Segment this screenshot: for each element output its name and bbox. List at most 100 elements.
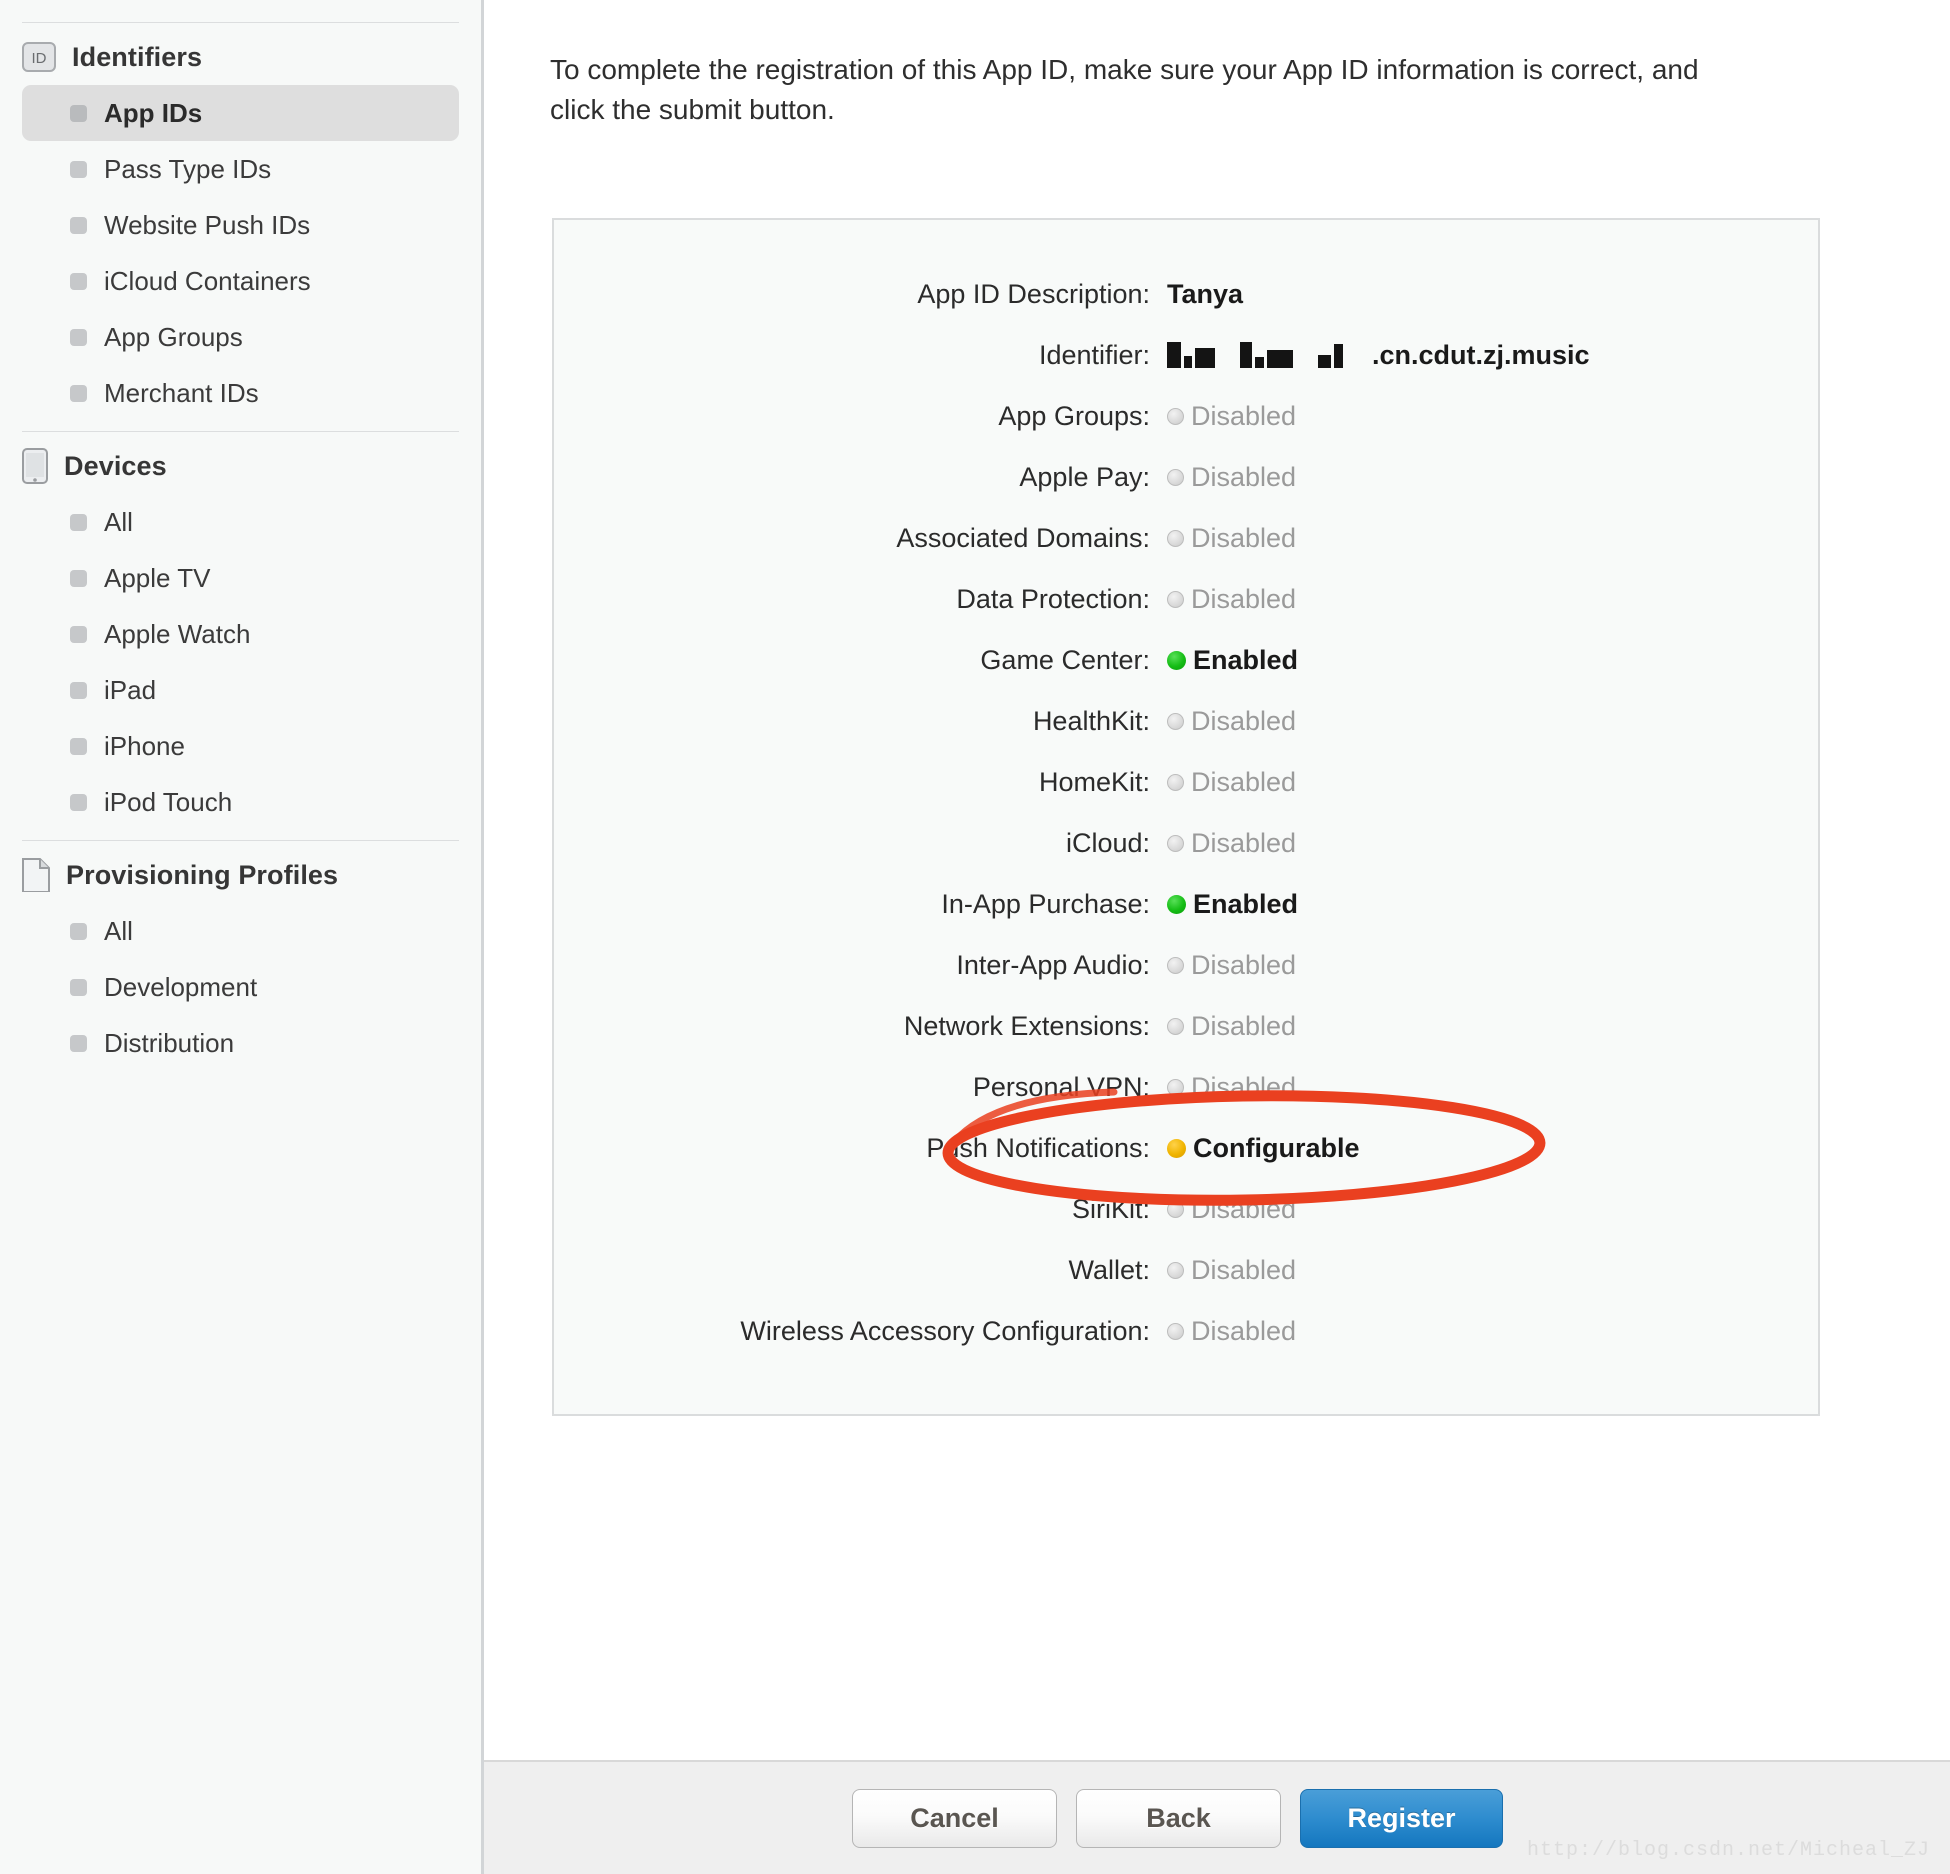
intro-text: To complete the registration of this App… <box>550 54 1699 125</box>
capability-row-sirikit: SiriKit: Disabled <box>554 1179 1818 1240</box>
sidebar-item-app-ids[interactable]: App IDs <box>22 85 459 141</box>
row-label: HealthKit: <box>1032 705 1150 736</box>
bullet-icon <box>70 625 87 643</box>
status-dot-disabled <box>1167 407 1184 425</box>
capability-row-apple-pay: Apple Pay: Disabled <box>554 447 1818 508</box>
redacted-identifier-prefix <box>1167 342 1368 368</box>
sidebar-item-apple-watch[interactable]: Apple Watch <box>22 606 459 662</box>
sidebar: ID Identifiers App IDs Pass Type IDs Website… <box>0 0 484 1874</box>
status-dot-disabled <box>1167 1322 1184 1340</box>
sidebar-item-development[interactable]: Development <box>22 959 459 1015</box>
bullet-icon <box>70 160 87 178</box>
watermark-text: http://blog.csdn.net/Micheal_ZJ <box>1526 1839 1930 1862</box>
bullet-icon <box>70 922 87 940</box>
row-label: Associated Domains: <box>896 522 1150 553</box>
sidebar-item-apple-tv[interactable]: Apple TV <box>22 550 459 606</box>
row-value: Configurable <box>1193 1132 1360 1163</box>
row-value: Disabled <box>1191 522 1297 553</box>
row-label: iCloud: <box>1065 827 1150 858</box>
capability-row-wallet: Wallet: Disabled <box>554 1240 1818 1301</box>
main-content: To complete the registration of this App… <box>484 0 1950 1874</box>
row-value: Disabled <box>1191 1193 1297 1224</box>
app-root: ID Identifiers App IDs Pass Type IDs Website… <box>0 0 1950 1874</box>
status-dot-disabled <box>1167 1200 1184 1218</box>
row-value: Disabled <box>1191 827 1297 858</box>
sidebar-item-pass-type-ids[interactable]: Pass Type IDs <box>22 141 459 197</box>
row-value: Disabled <box>1191 1010 1297 1041</box>
bullet-icon <box>70 737 87 755</box>
row-label: Push Notifications: <box>926 1132 1150 1163</box>
sidebar-item-distribution[interactable]: Distribution <box>22 1015 459 1071</box>
capability-row-healthkit: HealthKit: Disabled <box>554 691 1818 752</box>
sidebar-item-label: iCloud Containers <box>104 265 311 296</box>
row-value: Disabled <box>1191 1315 1297 1346</box>
row-label: Data Protection: <box>956 583 1150 614</box>
sidebar-item-all[interactable]: All <box>22 903 459 959</box>
row-value: Disabled <box>1191 1254 1297 1285</box>
bullet-icon <box>70 272 87 290</box>
sidebar-item-iphone[interactable]: iPhone <box>22 718 459 774</box>
row-label: App ID Description: <box>917 278 1150 309</box>
svg-text:ID: ID <box>32 50 47 67</box>
capability-row-associated-domains: Associated Domains: Disabled <box>554 508 1818 569</box>
row-value-group: Tanya <box>1167 279 1243 310</box>
row-value-group: Disabled <box>1167 1316 1296 1347</box>
bullet-icon <box>70 978 87 996</box>
device-icon <box>22 448 48 484</box>
sidebar-item-label: iPhone <box>104 730 185 761</box>
sidebar-item-label: Apple TV <box>104 562 211 593</box>
sidebar-group-separator <box>22 840 459 841</box>
row-label: SiriKit: <box>1071 1193 1150 1224</box>
sidebar-item-label: Pass Type IDs <box>104 153 272 184</box>
status-dot-configurable <box>1167 1138 1186 1158</box>
row-value-group: Disabled <box>1167 584 1296 615</box>
bullet-icon <box>70 104 87 122</box>
row-label: Wireless Accessory Configuration: <box>740 1315 1150 1346</box>
capability-row-data-protection: Data Protection: Disabled <box>554 569 1818 630</box>
sidebar-item-label: App IDs <box>104 97 203 128</box>
sidebar-item-app-groups[interactable]: App Groups <box>22 309 459 365</box>
row-value-group: Disabled <box>1167 706 1296 737</box>
sidebar-item-label: Distribution <box>104 1027 235 1058</box>
sidebar-group-header: Provisioning Profiles <box>0 847 481 903</box>
status-dot-disabled <box>1167 1078 1184 1096</box>
row-value-group: Disabled <box>1167 950 1296 981</box>
capability-row-app-id-description: App ID Description: Tanya <box>554 264 1818 325</box>
bullet-icon <box>70 681 87 699</box>
bullet-icon <box>70 216 87 234</box>
sidebar-group-header: ID Identifiers <box>0 29 481 85</box>
row-value-group: Disabled <box>1167 523 1296 554</box>
main-scroll-area: To complete the registration of this App… <box>484 0 1950 1760</box>
row-label: Network Extensions: <box>903 1010 1150 1041</box>
capability-row-app-groups: App Groups: Disabled <box>554 386 1818 447</box>
register-button[interactable]: Register <box>1300 1788 1503 1848</box>
sidebar-item-ipod-touch[interactable]: iPod Touch <box>22 774 459 830</box>
sidebar-item-all[interactable]: All <box>22 494 459 550</box>
sidebar-item-merchant-ids[interactable]: Merchant IDs <box>22 365 459 421</box>
row-label: Apple Pay: <box>1019 461 1150 492</box>
sidebar-item-ipad[interactable]: iPad <box>22 662 459 718</box>
back-button[interactable]: Back <box>1076 1788 1281 1848</box>
sidebar-item-website-push-ids[interactable]: Website Push IDs <box>22 197 459 253</box>
sidebar-item-label: All <box>104 915 133 946</box>
cancel-button[interactable]: Cancel <box>852 1788 1057 1848</box>
sidebar-item-label: App Groups <box>104 321 243 352</box>
capability-row-list: App ID Description: Tanya Identifier: .cn.c… <box>554 264 1818 1362</box>
row-value: Disabled <box>1191 766 1297 797</box>
capability-row-icloud: iCloud: Disabled <box>554 813 1818 874</box>
bullet-icon <box>70 384 87 402</box>
action-bar: Cancel Back Register http://blog.csdn.ne… <box>484 1760 1950 1874</box>
status-dot-enabled <box>1167 894 1186 914</box>
capability-row-push-notifications: Push Notifications: Configurable <box>554 1118 1818 1179</box>
row-value-group: .cn.cdut.zj.music <box>1167 340 1590 371</box>
sidebar-item-icloud-containers[interactable]: iCloud Containers <box>22 253 459 309</box>
status-dot-disabled <box>1167 834 1184 852</box>
capability-row-game-center: Game Center: Enabled <box>554 630 1818 691</box>
row-value: Enabled <box>1193 888 1299 919</box>
sidebar-group-title: Provisioning Profiles <box>66 859 339 890</box>
capability-row-identifier: Identifier: .cn.cdut.zj.music <box>554 325 1818 386</box>
row-label: Wallet: <box>1068 1254 1150 1285</box>
status-dot-disabled <box>1167 1261 1184 1279</box>
row-value: .cn.cdut.zj.music <box>1372 339 1590 370</box>
row-value-group: Disabled <box>1167 1072 1296 1103</box>
